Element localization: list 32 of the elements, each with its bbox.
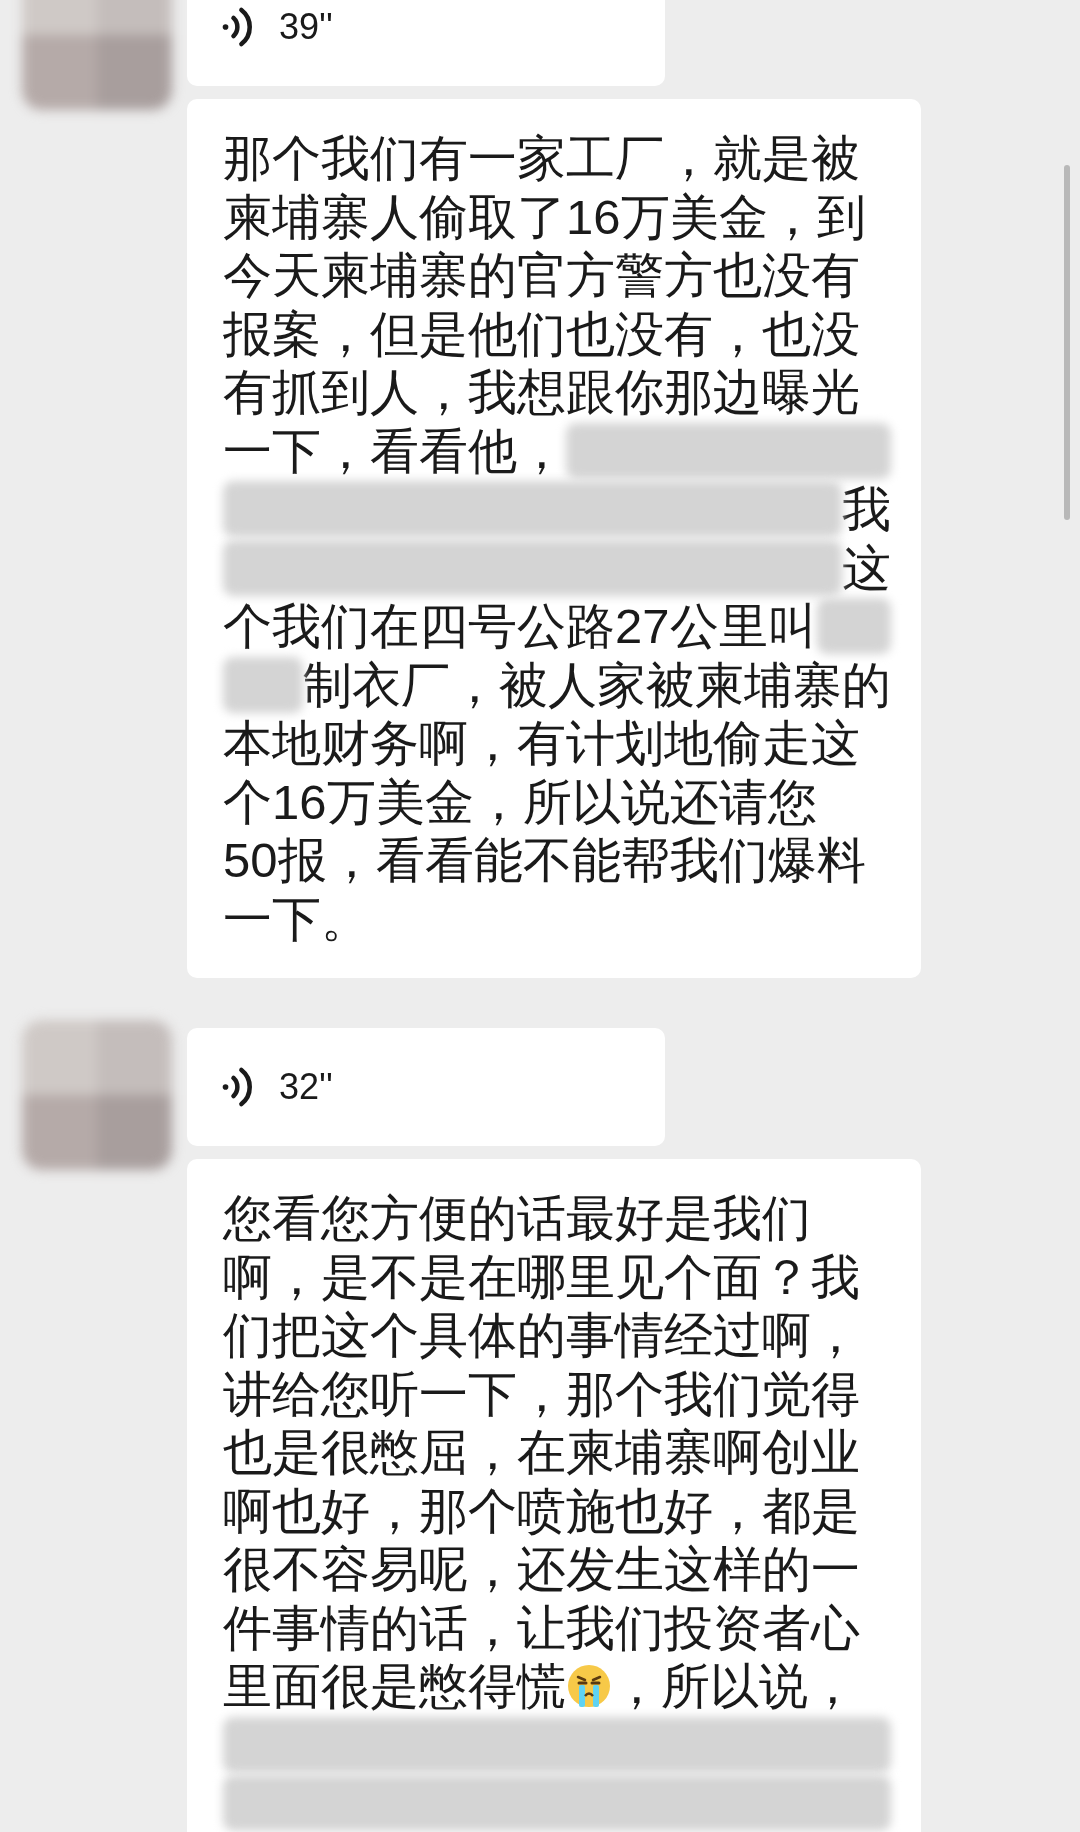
message-text: 那个我们有一家工厂，就是被 xyxy=(223,130,860,187)
message-text: 有抓到人，我想跟你那边曝光 xyxy=(223,364,860,421)
message-text: 一下，看看他， xyxy=(223,422,566,480)
message-text: 我 xyxy=(842,481,891,538)
message-text: 制衣厂，被人家被柬埔寨的 xyxy=(303,656,891,714)
message-text: 啊，是不是在哪里见个面？我 xyxy=(223,1248,860,1306)
voice-message-bubble[interactable]: 32'' xyxy=(187,1028,665,1146)
message-text: 里面很是憋得慌 xyxy=(223,1658,566,1715)
voice-message-bubble[interactable]: 39'' xyxy=(187,0,665,86)
message-text: 本地财务啊，有计划地偷走这 xyxy=(223,715,860,772)
message-text: 也是很憋屈，在柬埔寨啊创业 xyxy=(223,1424,860,1481)
message-text: 50报，看看能不能帮我们爆料 xyxy=(223,832,866,889)
message-text: 报案，但是他们也没有，也没 xyxy=(223,305,860,363)
avatar[interactable] xyxy=(22,0,172,110)
message-text: 这 xyxy=(842,539,891,597)
voice-duration: 39'' xyxy=(279,5,333,49)
message-text: 您看您方便的话最好是我们 xyxy=(223,1190,811,1247)
message-text: 个16万美金，所以说还请您 xyxy=(223,773,817,831)
crying-face-icon xyxy=(566,1663,612,1710)
message-text: 柬埔寨人偷取了16万美金，到 xyxy=(223,188,866,246)
message-text: 个我们在四号公路27公里叫 xyxy=(223,598,817,655)
message-text: 一下。 xyxy=(223,890,370,948)
message-text: 件事情的话，让我们投资者心 xyxy=(223,1599,860,1657)
message-text: ，所以说， xyxy=(612,1658,857,1715)
message-text: 啊也好，那个喷施也好，都是 xyxy=(223,1482,860,1540)
message-text: 们把这个具体的事情经过啊， xyxy=(223,1307,860,1364)
message-text: 很不容易呢，还发生这样的一 xyxy=(223,1541,860,1598)
scrollbar[interactable] xyxy=(1064,165,1070,520)
avatar[interactable] xyxy=(22,1020,172,1170)
voice-duration: 32'' xyxy=(279,1065,333,1109)
message-text: 讲给您听一下，那个我们觉得 xyxy=(223,1365,860,1423)
message-text: 今天柬埔寨的官方警方也没有 xyxy=(223,247,860,304)
